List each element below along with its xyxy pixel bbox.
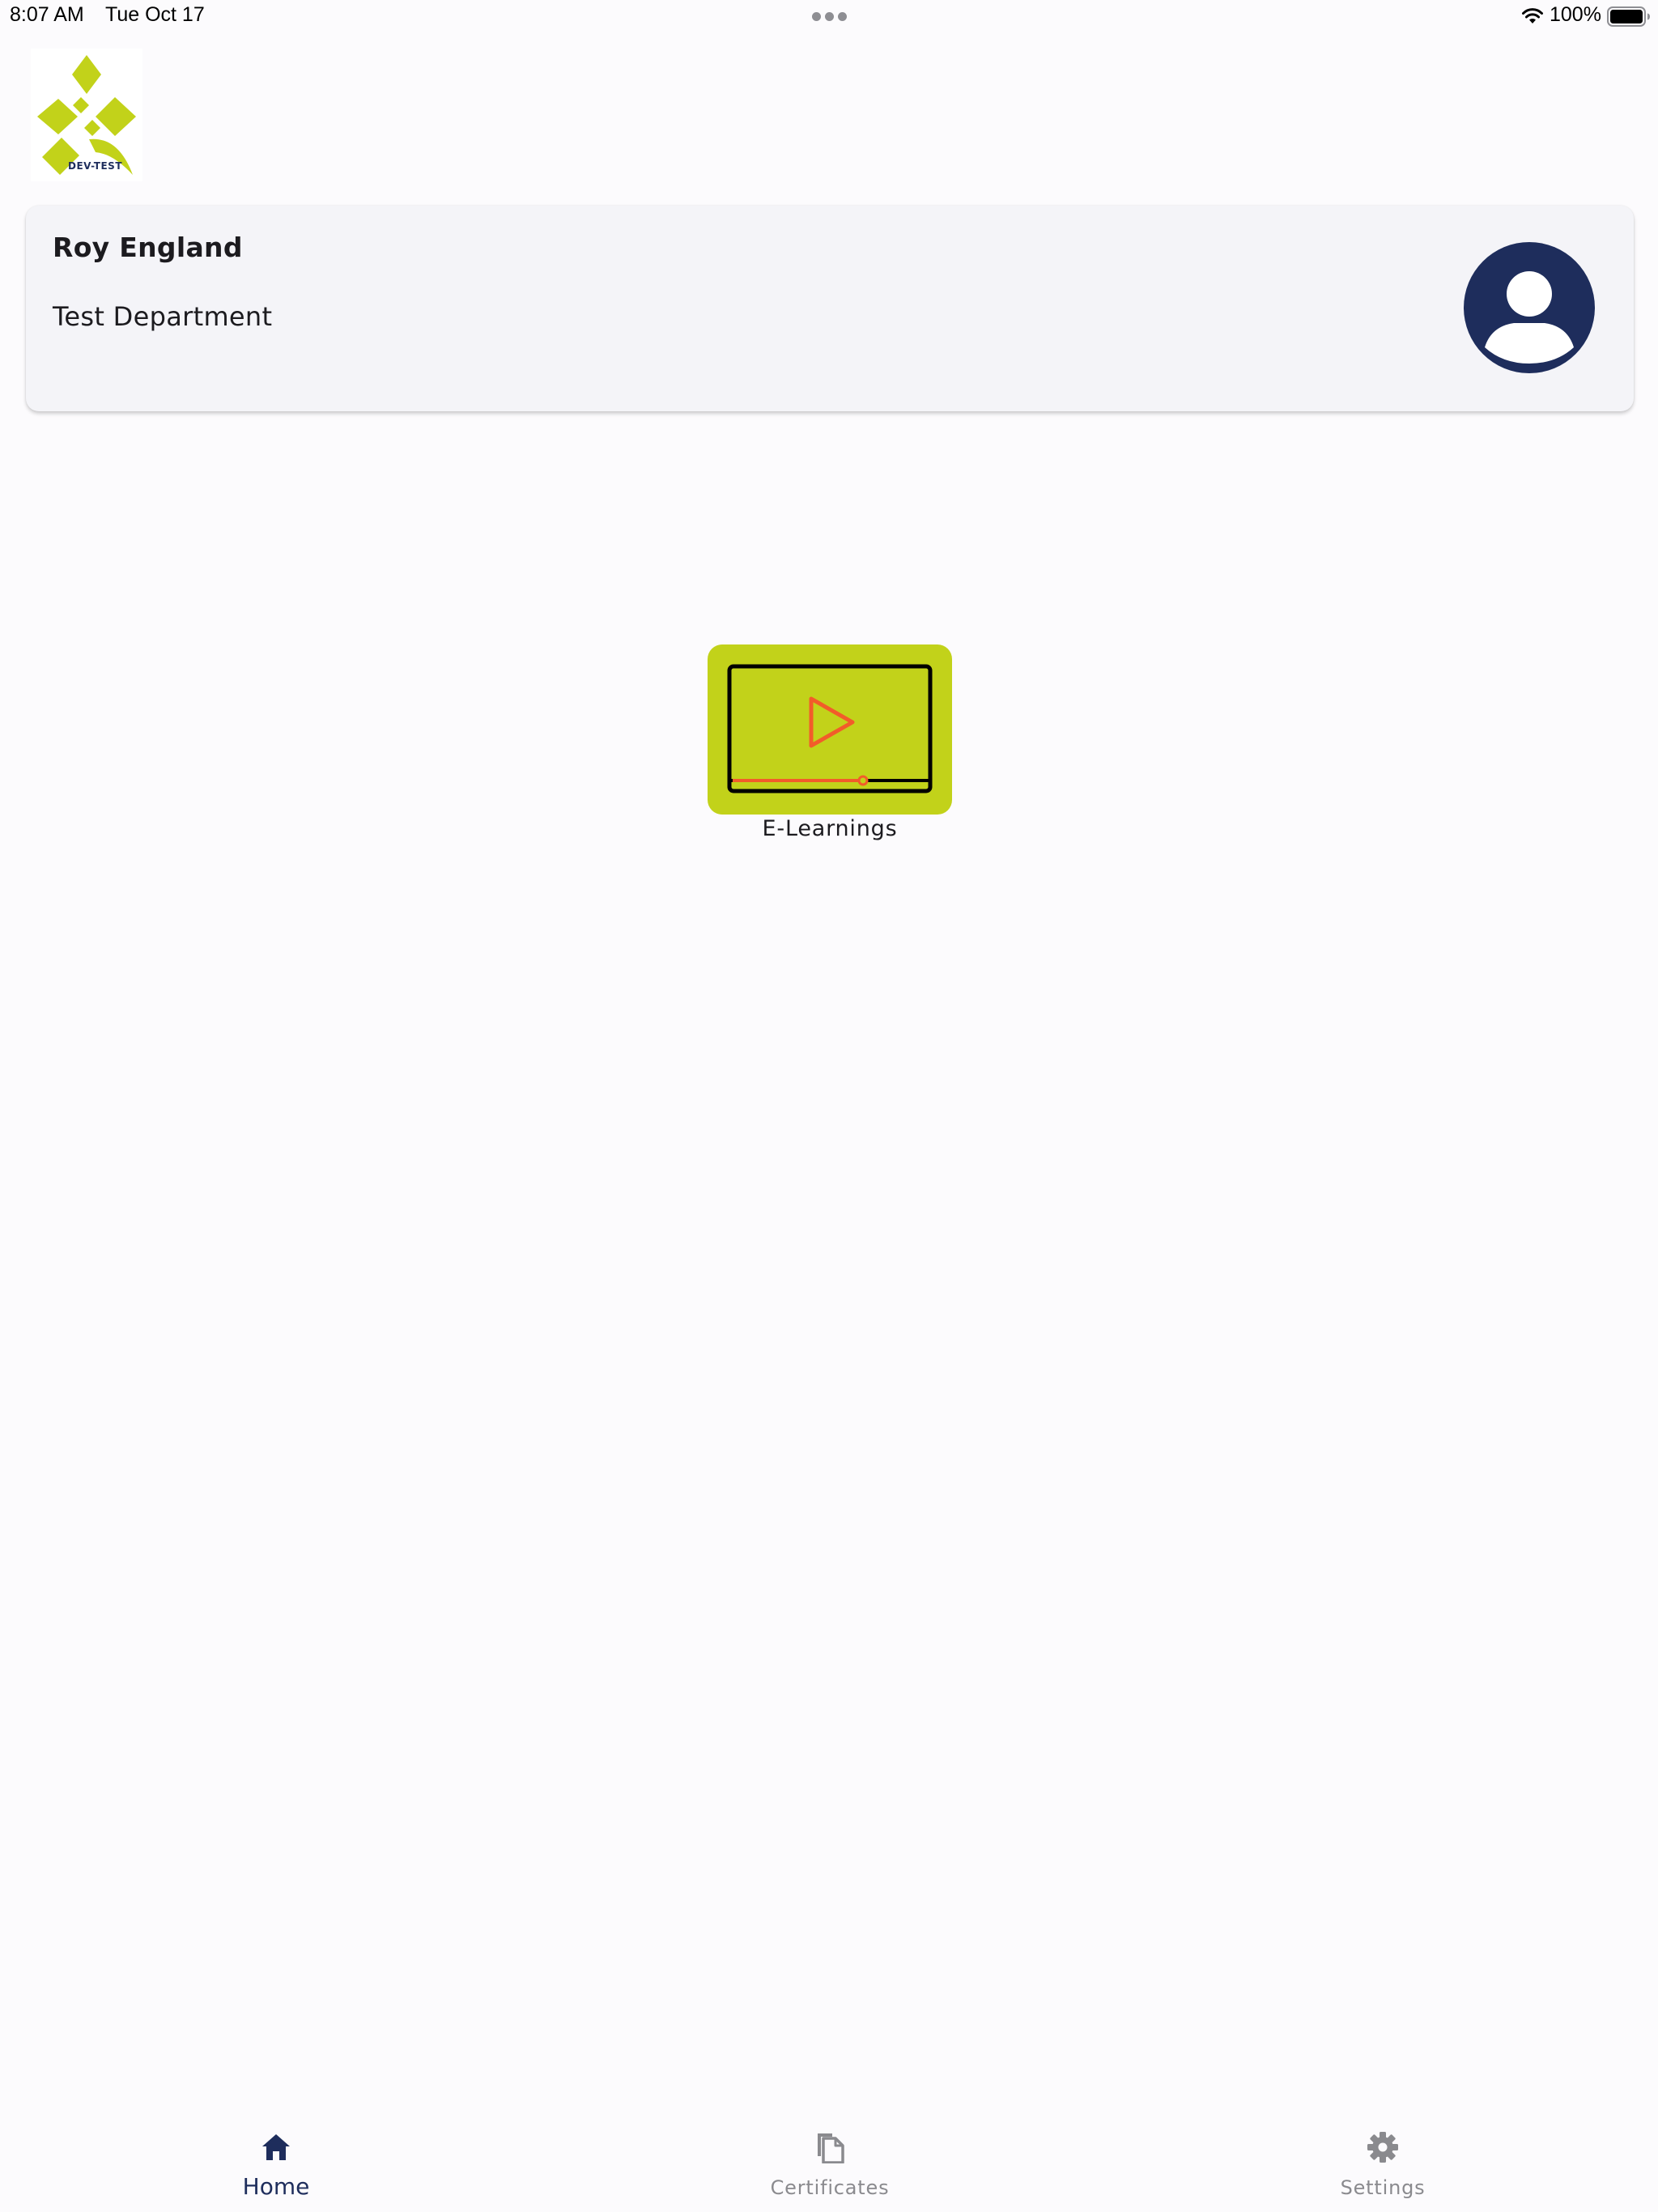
- profile-card[interactable]: Roy England Test Department: [26, 206, 1634, 411]
- multitask-dots-icon[interactable]: [812, 12, 848, 22]
- user-name: Roy England: [53, 232, 243, 263]
- avatar[interactable]: [1464, 242, 1595, 373]
- wifi-icon: [1522, 8, 1543, 23]
- e-learnings-tile[interactable]: E-Learnings: [708, 644, 952, 847]
- nav-home[interactable]: Home: [155, 2116, 397, 2212]
- app-logo: DEV-TEST: [31, 49, 142, 181]
- certificates-icon: [818, 2133, 844, 2163]
- battery-icon: [1607, 6, 1650, 27]
- nav-settings-label: Settings: [1340, 2176, 1426, 2199]
- home-icon: [262, 2134, 290, 2160]
- logo-text: DEV-TEST: [68, 160, 122, 172]
- nav-home-label: Home: [242, 2173, 310, 2200]
- user-department: Test Department: [53, 301, 273, 332]
- bottom-navigation: Home Certificates Settings: [0, 2116, 1658, 2212]
- e-learnings-tile-box[interactable]: [708, 644, 952, 815]
- battery-percent: 100%: [1550, 3, 1601, 26]
- nav-settings[interactable]: Settings: [1261, 2116, 1504, 2212]
- e-learnings-label: E-Learnings: [762, 816, 898, 841]
- status-time: 8:07 AM: [10, 3, 84, 26]
- status-date: Tue Oct 17: [105, 3, 205, 26]
- video-player-icon: [727, 664, 933, 793]
- nav-certificates[interactable]: Certificates: [708, 2116, 951, 2212]
- status-bar: 8:07 AM Tue Oct 17 100%: [0, 0, 1658, 32]
- gear-icon: [1367, 2132, 1398, 2163]
- user-avatar-icon: [1464, 242, 1595, 373]
- nav-certificates-label: Certificates: [770, 2176, 890, 2199]
